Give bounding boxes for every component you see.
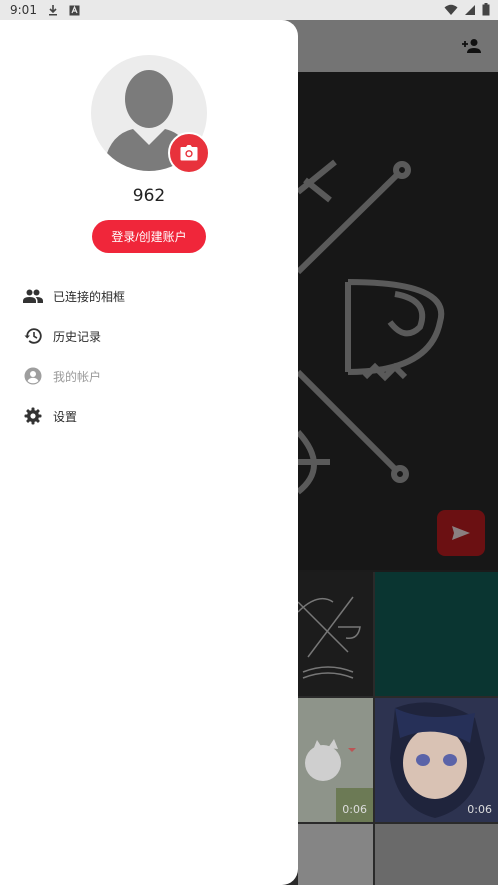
menu-item-history[interactable]: 历史记录 bbox=[0, 316, 298, 356]
send-button[interactable] bbox=[437, 510, 485, 556]
history-icon bbox=[23, 326, 43, 346]
artwork-tile[interactable] bbox=[375, 824, 498, 885]
menu-item-label: 历史记录 bbox=[53, 329, 102, 344]
artwork-tile[interactable] bbox=[298, 824, 373, 885]
menu-item-label: 设置 bbox=[53, 409, 78, 424]
account-icon bbox=[23, 366, 43, 386]
menu-item-label: 已连接的相框 bbox=[53, 289, 126, 304]
menu-item-settings[interactable]: 设置 bbox=[0, 396, 298, 436]
username-label: 962 bbox=[132, 186, 166, 206]
a-notification-icon bbox=[69, 4, 80, 16]
status-bar: 9:01 bbox=[0, 0, 498, 20]
add-person-icon[interactable] bbox=[462, 38, 482, 58]
navigation-drawer: 962 登录/创建账户 已连接的相框 历史记录 我的帐户 设置 bbox=[0, 20, 298, 885]
people-icon bbox=[23, 286, 43, 306]
gear-icon bbox=[23, 406, 43, 426]
video-duration: 0:06 bbox=[467, 803, 492, 816]
battery-icon bbox=[482, 3, 490, 19]
login-create-account-button[interactable]: 登录/创建账户 bbox=[92, 220, 206, 253]
artwork-tile[interactable] bbox=[298, 572, 373, 696]
status-time: 9:01 bbox=[10, 3, 37, 17]
send-icon bbox=[452, 526, 470, 540]
artwork-tile[interactable]: 0:06 bbox=[298, 698, 373, 822]
artwork-tile[interactable] bbox=[375, 572, 498, 696]
change-photo-button[interactable] bbox=[168, 132, 210, 174]
artwork-tile[interactable]: 0:06 bbox=[375, 698, 498, 822]
signal-icon bbox=[464, 4, 476, 19]
menu-item-connected-frames[interactable]: 已连接的相框 bbox=[0, 276, 298, 316]
menu-item-my-account[interactable]: 我的帐户 bbox=[0, 356, 298, 396]
download-icon bbox=[47, 4, 59, 16]
drawer-menu: 已连接的相框 历史记录 我的帐户 设置 bbox=[0, 276, 298, 436]
camera-icon bbox=[180, 145, 198, 161]
menu-item-label: 我的帐户 bbox=[53, 369, 102, 384]
wifi-icon bbox=[444, 4, 458, 19]
video-duration: 0:06 bbox=[342, 803, 367, 816]
